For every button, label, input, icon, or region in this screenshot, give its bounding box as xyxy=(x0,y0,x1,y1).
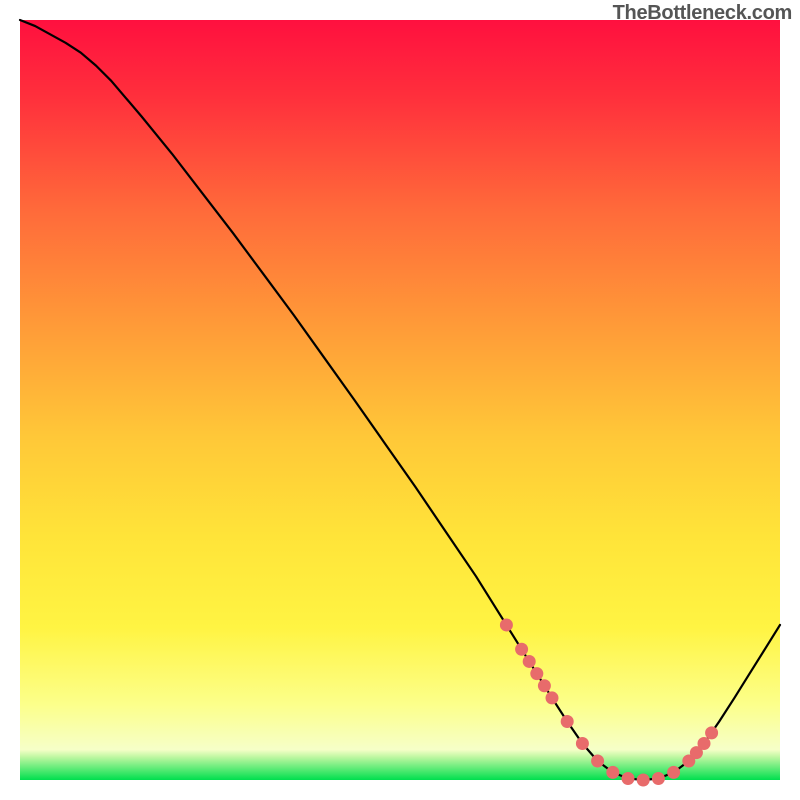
valley-dot xyxy=(667,766,680,779)
plot-background xyxy=(20,20,780,780)
valley-dot xyxy=(523,655,536,668)
bottleneck-chart xyxy=(0,0,800,800)
valley-dot xyxy=(637,774,650,787)
valley-dot xyxy=(698,737,711,750)
valley-dot xyxy=(705,726,718,739)
chart-stage: TheBottleneck.com xyxy=(0,0,800,800)
valley-dot xyxy=(652,772,665,785)
valley-dot xyxy=(591,755,604,768)
valley-dot xyxy=(515,643,528,656)
valley-dot xyxy=(622,772,635,785)
valley-dot xyxy=(538,679,551,692)
valley-dot xyxy=(576,737,589,750)
valley-dot xyxy=(561,715,574,728)
valley-dot xyxy=(530,667,543,680)
valley-dot xyxy=(606,766,619,779)
watermark-text: TheBottleneck.com xyxy=(613,2,792,25)
valley-dot xyxy=(546,691,559,704)
valley-dot xyxy=(500,618,513,631)
